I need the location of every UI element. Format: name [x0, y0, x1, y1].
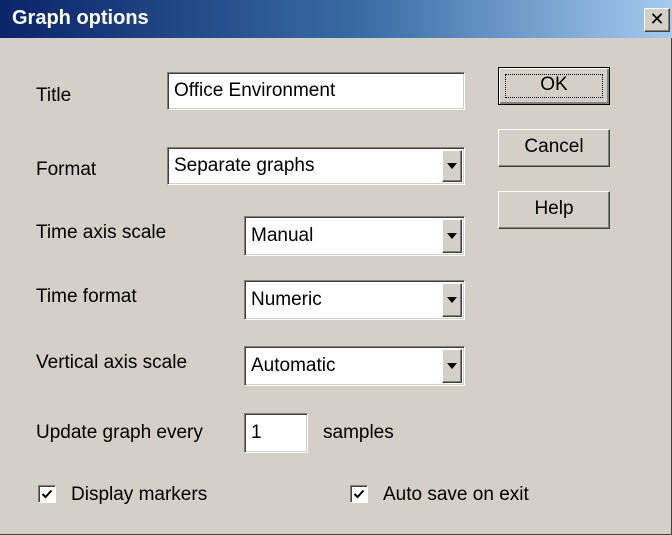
- check-icon: [41, 489, 53, 499]
- update-interval-value: 1: [251, 422, 262, 443]
- display-markers-label[interactable]: Display markers: [71, 484, 207, 506]
- time-format-value: Numeric: [251, 289, 322, 310]
- help-button[interactable]: Help: [498, 191, 610, 229]
- vertical-axis-scale-value: Automatic: [251, 355, 336, 376]
- vertical-axis-scale-select[interactable]: Automatic: [244, 346, 465, 386]
- time-axis-scale-value: Manual: [251, 225, 314, 246]
- ok-button-label: OK: [540, 74, 568, 95]
- display-markers-checkbox[interactable]: [38, 485, 56, 503]
- update-interval-input[interactable]: 1: [244, 413, 308, 453]
- chevron-down-icon[interactable]: [442, 283, 462, 317]
- time-axis-scale-select[interactable]: Manual: [244, 216, 465, 256]
- auto-save-label[interactable]: Auto save on exit: [383, 484, 529, 506]
- title-input-value: Office Environment: [174, 80, 336, 101]
- ok-button[interactable]: OK: [498, 67, 610, 105]
- dialog-title: Graph options: [12, 7, 149, 29]
- cancel-button-label: Cancel: [524, 136, 584, 157]
- help-button-label: Help: [534, 198, 574, 219]
- title-bar[interactable]: Graph options ✕: [0, 0, 672, 38]
- update-graph-label: Update graph every: [36, 422, 203, 443]
- samples-label: samples: [323, 422, 394, 443]
- cancel-button[interactable]: Cancel: [498, 129, 610, 167]
- time-axis-scale-label: Time axis scale: [36, 222, 167, 243]
- format-select-value: Separate graphs: [174, 155, 315, 176]
- chevron-down-icon[interactable]: [442, 219, 462, 253]
- vertical-axis-scale-label: Vertical axis scale: [36, 352, 188, 373]
- time-format-label: Time format: [36, 286, 137, 307]
- title-label: Title: [36, 85, 72, 106]
- format-label: Format: [36, 159, 97, 180]
- graph-options-dialog: Graph options ✕ Title Office Environment…: [0, 0, 672, 535]
- auto-save-checkbox[interactable]: [350, 485, 368, 503]
- time-format-select[interactable]: Numeric: [244, 280, 465, 320]
- close-icon: ✕: [649, 9, 665, 29]
- chevron-down-icon[interactable]: [442, 150, 462, 182]
- chevron-down-icon[interactable]: [442, 349, 462, 383]
- close-button[interactable]: ✕: [644, 8, 670, 32]
- title-input[interactable]: Office Environment: [167, 72, 465, 110]
- format-select[interactable]: Separate graphs: [167, 147, 465, 185]
- check-icon: [353, 489, 365, 499]
